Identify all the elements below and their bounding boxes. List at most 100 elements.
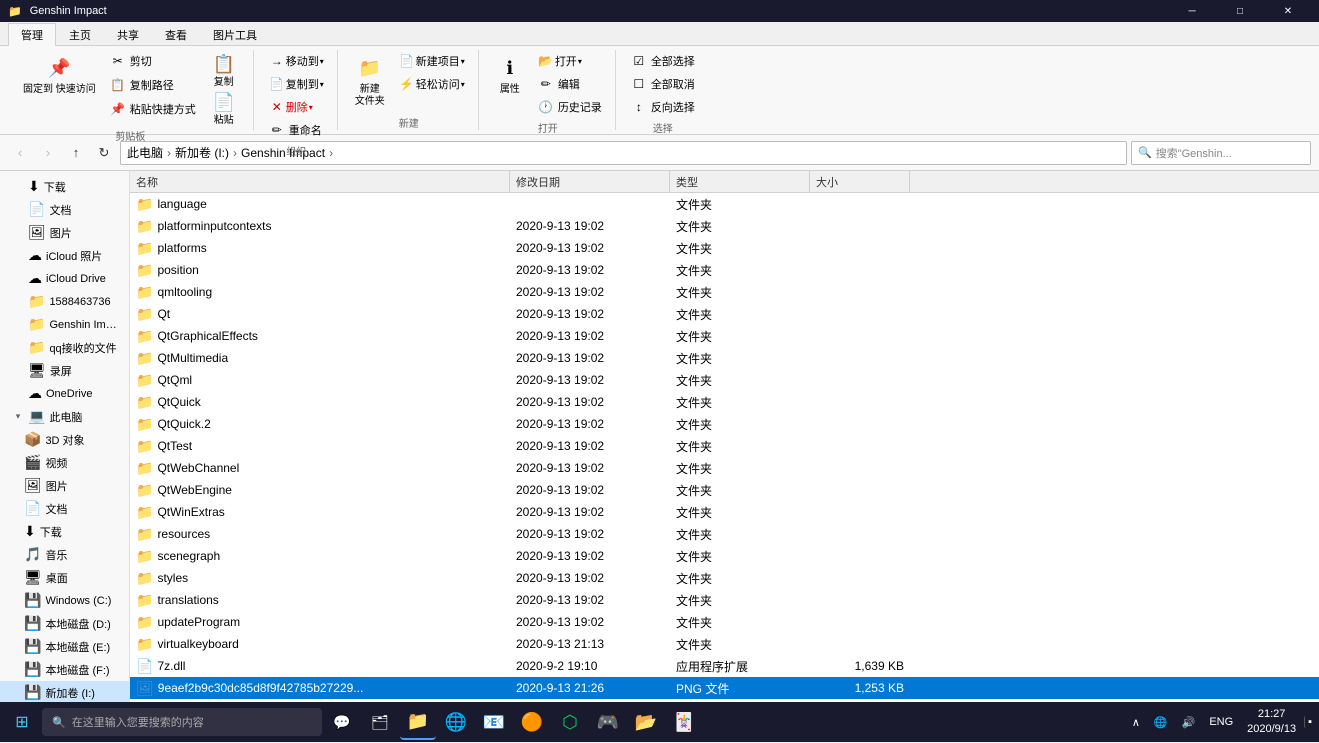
column-header-size[interactable]: 大小 [810,171,910,192]
move-to-button[interactable]: → 移动到▾ [264,50,329,72]
tray-volume[interactable]: 🔊 [1176,714,1202,731]
copy-button[interactable]: 📋 复制 [203,50,245,88]
minimize-button[interactable]: ─ [1169,0,1215,22]
tab-manage[interactable]: 管理 [8,23,56,46]
sidebar-item-downloads2[interactable]: ⬇ 下载 [0,520,129,543]
table-row[interactable]: 📁qmltooling2020-9-13 19:02文件夹 [130,281,1319,303]
taskbar-cortana[interactable]: 💬 [324,704,360,740]
sidebar-item-icloud-drive[interactable]: ☁ iCloud Drive [0,267,129,290]
paste-button[interactable]: 📄 粘贴 [203,88,245,126]
table-row[interactable]: 📁updateProgram2020-9-13 19:02文件夹 [130,611,1319,633]
maximize-button[interactable]: □ [1217,0,1263,22]
taskbar-task-view[interactable]: 🗂 [362,704,398,740]
sidebar-item-3d-objects[interactable]: 📦 3D 对象 [0,428,129,451]
taskbar-search[interactable]: 🔍 在这里输入您要搜索的内容 [42,708,322,736]
table-row[interactable]: 📁scenegraph2020-9-13 19:02文件夹 [130,545,1319,567]
sidebar-item-genshin[interactable]: 📁 Genshin Impac [0,313,129,336]
column-header-type[interactable]: 类型 [670,171,810,192]
table-row[interactable]: 📁QtMultimedia2020-9-13 19:02文件夹 [130,347,1319,369]
table-row[interactable]: 📁styles2020-9-13 19:02文件夹 [130,567,1319,589]
tab-home[interactable]: 主页 [56,23,104,46]
taskbar-app1[interactable]: 🟠 [514,704,550,740]
invert-selection-button[interactable]: ↕ 反向选择 [626,96,700,118]
taskbar-app2[interactable]: ⬡ [552,704,588,740]
taskbar-browser[interactable]: 🌐 [438,704,474,740]
sidebar-item-qq[interactable]: 📁 qq接收的文件 [0,336,129,359]
sidebar-item-desktop[interactable]: 🖥 桌面 [0,566,129,589]
sidebar-item-disk-d[interactable]: 💾 本地磁盘 (D:) [0,612,129,635]
sidebar-item-icloud-photos[interactable]: ☁ iCloud 照片 [0,244,129,267]
taskbar-file-explorer[interactable]: 📁 [400,704,436,740]
sidebar-item-recording[interactable]: 🖥 录屏 [0,359,129,382]
table-row[interactable]: 📁platforms2020-9-13 19:02文件夹 [130,237,1319,259]
sidebar-item-disk-f[interactable]: 💾 本地磁盘 (F:) [0,658,129,681]
sidebar-item-pictures[interactable]: 🖼 图片 [0,221,129,244]
sidebar-item-1588463736[interactable]: 📁 1588463736 [0,290,129,313]
table-row[interactable]: 📁resources2020-9-13 19:02文件夹 [130,523,1319,545]
table-row[interactable]: 📁language文件夹 [130,193,1319,215]
properties-button[interactable]: ℹ 属性 [489,50,531,100]
table-row[interactable]: 📄7z.dll2020-9-2 19:10应用程序扩展1,639 KB [130,655,1319,677]
new-item-button[interactable]: 📄 新建项目▾ [394,50,470,72]
taskbar-mail[interactable]: 📧 [476,704,512,740]
up-button[interactable]: ↑ [64,141,88,165]
sidebar-item-windows-c[interactable]: 💾 Windows (C:) [0,589,129,612]
search-box[interactable]: 🔍 搜索"Genshin... [1131,141,1311,165]
table-row[interactable]: 🖼9eaef2b9c30dc85d8f9f42785b27229...2020-… [130,677,1319,699]
taskbar-game2[interactable]: 🃏 [666,704,702,740]
column-header-date[interactable]: 修改日期 [510,171,670,192]
back-button[interactable]: ‹ [8,141,32,165]
easy-access-button[interactable]: ⚡ 轻松访问▾ [394,73,470,95]
refresh-button[interactable]: ↻ [92,141,116,165]
tab-picture-tools[interactable]: 图片工具 [200,23,270,46]
sidebar-item-documents[interactable]: 📄 文档 [0,198,129,221]
new-folder-button[interactable]: 📁 新建文件夹 [348,50,392,112]
deselect-all-button[interactable]: ☐ 全部取消 [626,73,700,95]
taskbar-folder2[interactable]: 📂 [628,704,664,740]
forward-button[interactable]: › [36,141,60,165]
table-row[interactable]: 📁virtualkeyboard2020-9-13 21:13文件夹 [130,633,1319,655]
table-row[interactable]: 📁QtQuick2020-9-13 19:02文件夹 [130,391,1319,413]
history-button[interactable]: 🕐 历史记录 [533,96,607,118]
sidebar-item-onedrive[interactable]: ☁ OneDrive [0,382,129,405]
table-row[interactable]: 📁platforminputcontexts2020-9-13 19:02文件夹 [130,215,1319,237]
table-row[interactable]: 📁QtQml2020-9-13 19:02文件夹 [130,369,1319,391]
table-row[interactable]: 📁position2020-9-13 19:02文件夹 [130,259,1319,281]
select-all-button[interactable]: ☑ 全部选择 [626,50,700,72]
tab-share[interactable]: 共享 [104,23,152,46]
table-row[interactable]: 📁QtTest2020-9-13 19:02文件夹 [130,435,1319,457]
rename-button[interactable]: ✏ 重命名 [264,119,329,141]
address-path[interactable]: 此电脑 › 新加卷 (I:) › Genshin Impact › [120,141,1127,165]
paste-shortcut-button[interactable]: 📌 粘贴快捷方式 [105,98,201,120]
table-row[interactable]: 📁QtWebEngine2020-9-13 19:02文件夹 [130,479,1319,501]
show-desktop[interactable]: ▪ [1304,716,1315,728]
table-row[interactable]: 📁translations2020-9-13 19:02文件夹 [130,589,1319,611]
sidebar-item-downloads[interactable]: ⬇ 下载 [0,175,129,198]
start-button[interactable]: ⊞ [4,704,40,740]
close-button[interactable]: ✕ [1265,0,1311,22]
delete-button[interactable]: ✕ 删除▾ [264,96,329,118]
open-button[interactable]: 📂 打开▾ [533,50,607,72]
sidebar-item-video[interactable]: 🎬 视频 [0,451,129,474]
cut-button[interactable]: ✂ 剪切 [105,50,201,72]
column-header-name[interactable]: 名称 [130,171,510,192]
sidebar-item-disk-e[interactable]: 💾 本地磁盘 (E:) [0,635,129,658]
sidebar-item-this-pc[interactable]: ▾ 💻 此电脑 [0,405,129,428]
tab-view[interactable]: 查看 [152,23,200,46]
table-row[interactable]: 📁QtWinExtras2020-9-13 19:02文件夹 [130,501,1319,523]
pin-quick-access-button[interactable]: 📌 固定到 快速访问 [16,50,103,100]
tray-chevron[interactable]: ∧ [1126,714,1146,731]
table-row[interactable]: 📁QtQuick.22020-9-13 19:02文件夹 [130,413,1319,435]
sidebar-item-documents2[interactable]: 📄 文档 [0,497,129,520]
tray-battery[interactable]: ENG [1203,714,1239,730]
copy-path-button[interactable]: 📋 复制路径 [105,74,201,96]
tray-network[interactable]: 🌐 [1148,714,1174,731]
sidebar-item-pictures2[interactable]: 🖼 图片 [0,474,129,497]
copy-to-button[interactable]: 📄 复制到▾ [264,73,329,95]
table-row[interactable]: 📁Qt2020-9-13 19:02文件夹 [130,303,1319,325]
sidebar-item-disk-i[interactable]: 💾 新加卷 (I:) [0,681,129,704]
sidebar-item-music[interactable]: 🎵 音乐 [0,543,129,566]
edit-button[interactable]: ✏ 编辑 [533,73,607,95]
taskbar-steam[interactable]: 🎮 [590,704,626,740]
tray-clock[interactable]: 21:27 2020/9/13 [1241,705,1302,740]
